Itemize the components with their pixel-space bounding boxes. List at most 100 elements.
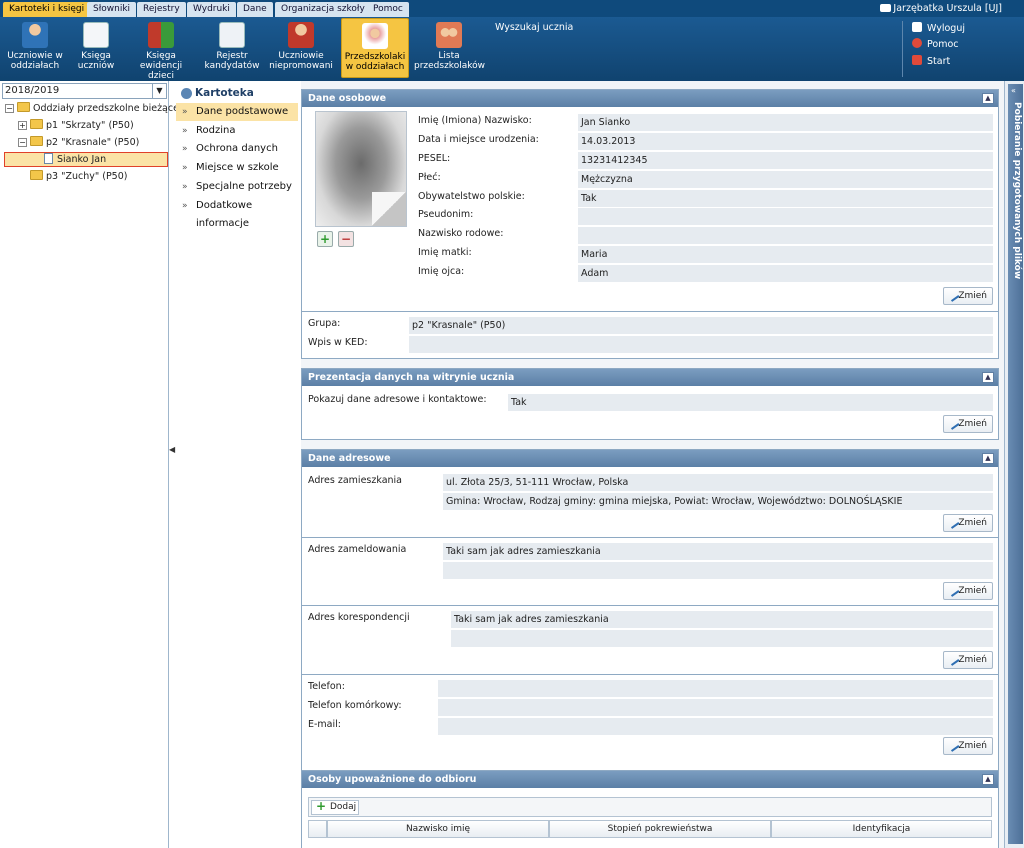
tree-child-selected[interactable]: Sianko Jan bbox=[44, 153, 106, 167]
field-value-gender: Mężczyzna bbox=[578, 171, 993, 188]
school-year-select[interactable]: 2018/2019 ▼ bbox=[2, 83, 167, 99]
toolbar-button-lista-przedszkolakow[interactable]: Lista przedszkolaków bbox=[414, 18, 485, 78]
add-person-button[interactable]: + Dodaj bbox=[311, 800, 359, 815]
menu-tab-dane[interactable]: Dane bbox=[237, 2, 273, 17]
preschool-list-icon bbox=[436, 22, 462, 48]
submenu-item-ochrona-danych[interactable]: » Ochrona danych bbox=[176, 140, 298, 158]
expand-icon[interactable]: « bbox=[1011, 86, 1016, 95]
submenu-item-miejsce-w-szkole[interactable]: » Miejsce w szkole bbox=[176, 159, 298, 177]
field-value-mother: Maria bbox=[578, 246, 993, 263]
tree-group-p1[interactable]: + p1 "Skrzaty" (P50) bbox=[18, 119, 134, 133]
submenu-item-dane-podstawowe[interactable]: » Dane podstawowe bbox=[176, 103, 298, 121]
divider bbox=[302, 537, 998, 538]
tree-group-label: p3 "Zuchy" (P50) bbox=[46, 171, 128, 182]
files-panel-label: Pobieranie przygotowanych plików bbox=[1012, 102, 1022, 280]
correspondence-label: Adres korespondencji bbox=[308, 612, 410, 623]
field-label: Imię (Imiona) Nazwisko: bbox=[418, 115, 532, 126]
toolbar: Uczniowie w oddziałach Księga uczniów Ks… bbox=[0, 17, 1024, 81]
divider bbox=[302, 605, 998, 606]
menu-tab-rejestry[interactable]: Rejestry bbox=[137, 2, 186, 17]
toolbar-button-label: Lista przedszkolaków bbox=[414, 51, 485, 71]
add-label: Dodaj bbox=[330, 802, 357, 812]
toolbar-button-ksiega-ewidencji[interactable]: Księga ewidencji dzieci bbox=[126, 18, 196, 81]
add-photo-button[interactable]: + bbox=[317, 231, 333, 247]
help-link[interactable]: Pomoc bbox=[912, 38, 959, 51]
menu-tab-kartoteki[interactable]: Kartoteki i księgi bbox=[3, 2, 91, 17]
lock-icon bbox=[912, 22, 922, 32]
menu-tab-wydruki[interactable]: Wydruki bbox=[187, 2, 236, 17]
panel-header: Dane osobowe ▲ bbox=[302, 90, 998, 107]
residence-line1: ul. Złota 25/3, 51-111 Wrocław, Polska bbox=[443, 474, 993, 491]
double-chevron-icon: » bbox=[182, 163, 188, 173]
submenu-item-label: Miejsce w szkole bbox=[196, 162, 279, 173]
collapse-up-icon[interactable]: ▲ bbox=[982, 774, 994, 785]
toolbar-button-label: Uczniowie niepromowani bbox=[269, 51, 333, 71]
remove-photo-button[interactable]: − bbox=[338, 231, 354, 247]
divider bbox=[302, 674, 998, 675]
phone-label: Telefon: bbox=[308, 681, 345, 692]
toolbar-button-uczniowie-w-oddzialach[interactable]: Uczniowie w oddziałach bbox=[4, 18, 66, 78]
main-content: Dane osobowe ▲ + − Imię (Imiona) Nazwisko… bbox=[301, 81, 1004, 848]
table-header-identification[interactable]: Identyfikacja bbox=[771, 820, 992, 838]
collapse-up-icon[interactable]: ▲ bbox=[982, 372, 994, 383]
panel-title: Dane osobowe bbox=[308, 93, 387, 104]
panel-title: Osoby upoważnione do odbioru bbox=[308, 774, 477, 785]
expand-icon[interactable]: + bbox=[18, 121, 27, 130]
collapse-up-icon[interactable]: ▲ bbox=[982, 453, 994, 464]
tree-root[interactable]: − Oddziały przedszkolne bieżące bbox=[5, 102, 179, 116]
menu-tab-slowniki[interactable]: Słowniki bbox=[87, 2, 137, 17]
collapse-icon[interactable]: − bbox=[5, 104, 14, 113]
email-label: E-mail: bbox=[308, 719, 341, 730]
not-promoted-icon bbox=[288, 22, 314, 48]
submenu-item-label: Dodatkowe informacje bbox=[196, 200, 253, 229]
field-label: Data i miejsce urodzenia: bbox=[418, 134, 539, 145]
collapse-up-icon[interactable]: ▲ bbox=[982, 93, 994, 104]
table-header-relationship[interactable]: Stopień pokrewieństwa bbox=[549, 820, 771, 838]
change-correspondence-button[interactable]: Zmień bbox=[943, 651, 993, 669]
change-contact-button[interactable]: Zmień bbox=[943, 737, 993, 755]
table-header-cell-checkbox bbox=[308, 820, 327, 838]
preschoolers-icon bbox=[362, 23, 388, 49]
chevron-down-icon[interactable]: ▼ bbox=[152, 84, 166, 98]
change-presentation-button[interactable]: Zmień bbox=[943, 415, 993, 433]
residence-line2: Gmina: Wrocław, Rodzaj gminy: gmina miej… bbox=[443, 493, 993, 510]
mobile-label: Telefon komórkowy: bbox=[308, 700, 402, 711]
toolbar-button-uczniowie-niepromowani[interactable]: Uczniowie niepromowani bbox=[268, 18, 334, 78]
start-link[interactable]: Start bbox=[912, 55, 950, 68]
change-residence-button[interactable]: Zmień bbox=[943, 514, 993, 532]
document-icon bbox=[44, 153, 53, 164]
help-label: Pomoc bbox=[927, 39, 959, 50]
search-pupil-link[interactable]: Wyszukaj ucznia bbox=[495, 22, 573, 33]
tree-group-p2[interactable]: − p2 "Krasnale" (P50) bbox=[18, 136, 139, 150]
submenu-item-specjalne-potrzeby[interactable]: » Specjalne potrzeby bbox=[176, 178, 298, 196]
menu-tab-pomoc[interactable]: Pomoc bbox=[367, 2, 409, 17]
panel-header: Prezentacja danych na witrynie ucznia ▲ bbox=[302, 369, 998, 386]
change-personal-button[interactable]: Zmień bbox=[943, 287, 993, 305]
submenu-item-label: Dane podstawowe bbox=[196, 106, 289, 117]
submenu-item-label: Rodzina bbox=[196, 125, 236, 136]
field-label: Pseudonim: bbox=[418, 209, 474, 220]
table-header-name[interactable]: Nazwisko imię bbox=[327, 820, 549, 838]
ked-value bbox=[409, 336, 993, 353]
field-label: PESEL: bbox=[418, 153, 451, 164]
message-icon[interactable] bbox=[880, 4, 891, 12]
toolbar-button-przedszkolaki-w-oddzialach[interactable]: Przedszkolaki w oddziałach bbox=[341, 18, 409, 78]
menu-tab-organizacja[interactable]: Organizacja szkoły bbox=[275, 2, 371, 17]
folder-icon bbox=[30, 119, 43, 129]
email-value bbox=[438, 718, 993, 735]
field-label: Obywatelstwo polskie: bbox=[418, 191, 525, 202]
files-side-panel: « Pobieranie przygotowanych plików bbox=[1004, 81, 1024, 848]
files-panel-tab[interactable]: « Pobieranie przygotowanych plików bbox=[1008, 84, 1023, 844]
change-registered-button[interactable]: Zmień bbox=[943, 582, 993, 600]
submenu-item-dodatkowe-informacje[interactable]: » Dodatkowe informacje bbox=[176, 197, 298, 229]
logout-link[interactable]: Wyloguj bbox=[912, 22, 965, 35]
toolbar-button-ksiega-uczniow[interactable]: Księga uczniów bbox=[72, 18, 120, 78]
field-value-citizenship: Tak bbox=[578, 190, 993, 207]
field-label: Imię matki: bbox=[418, 247, 472, 258]
collapse-icon[interactable]: − bbox=[18, 138, 27, 147]
field-value-name: Jan Sianko bbox=[578, 114, 993, 131]
phone-value bbox=[438, 680, 993, 697]
toolbar-button-rejestr-kandydatow[interactable]: Rejestr kandydatów bbox=[204, 18, 260, 78]
tree-group-p3[interactable]: p3 "Zuchy" (P50) bbox=[30, 170, 127, 184]
submenu-item-rodzina[interactable]: » Rodzina bbox=[176, 122, 298, 140]
